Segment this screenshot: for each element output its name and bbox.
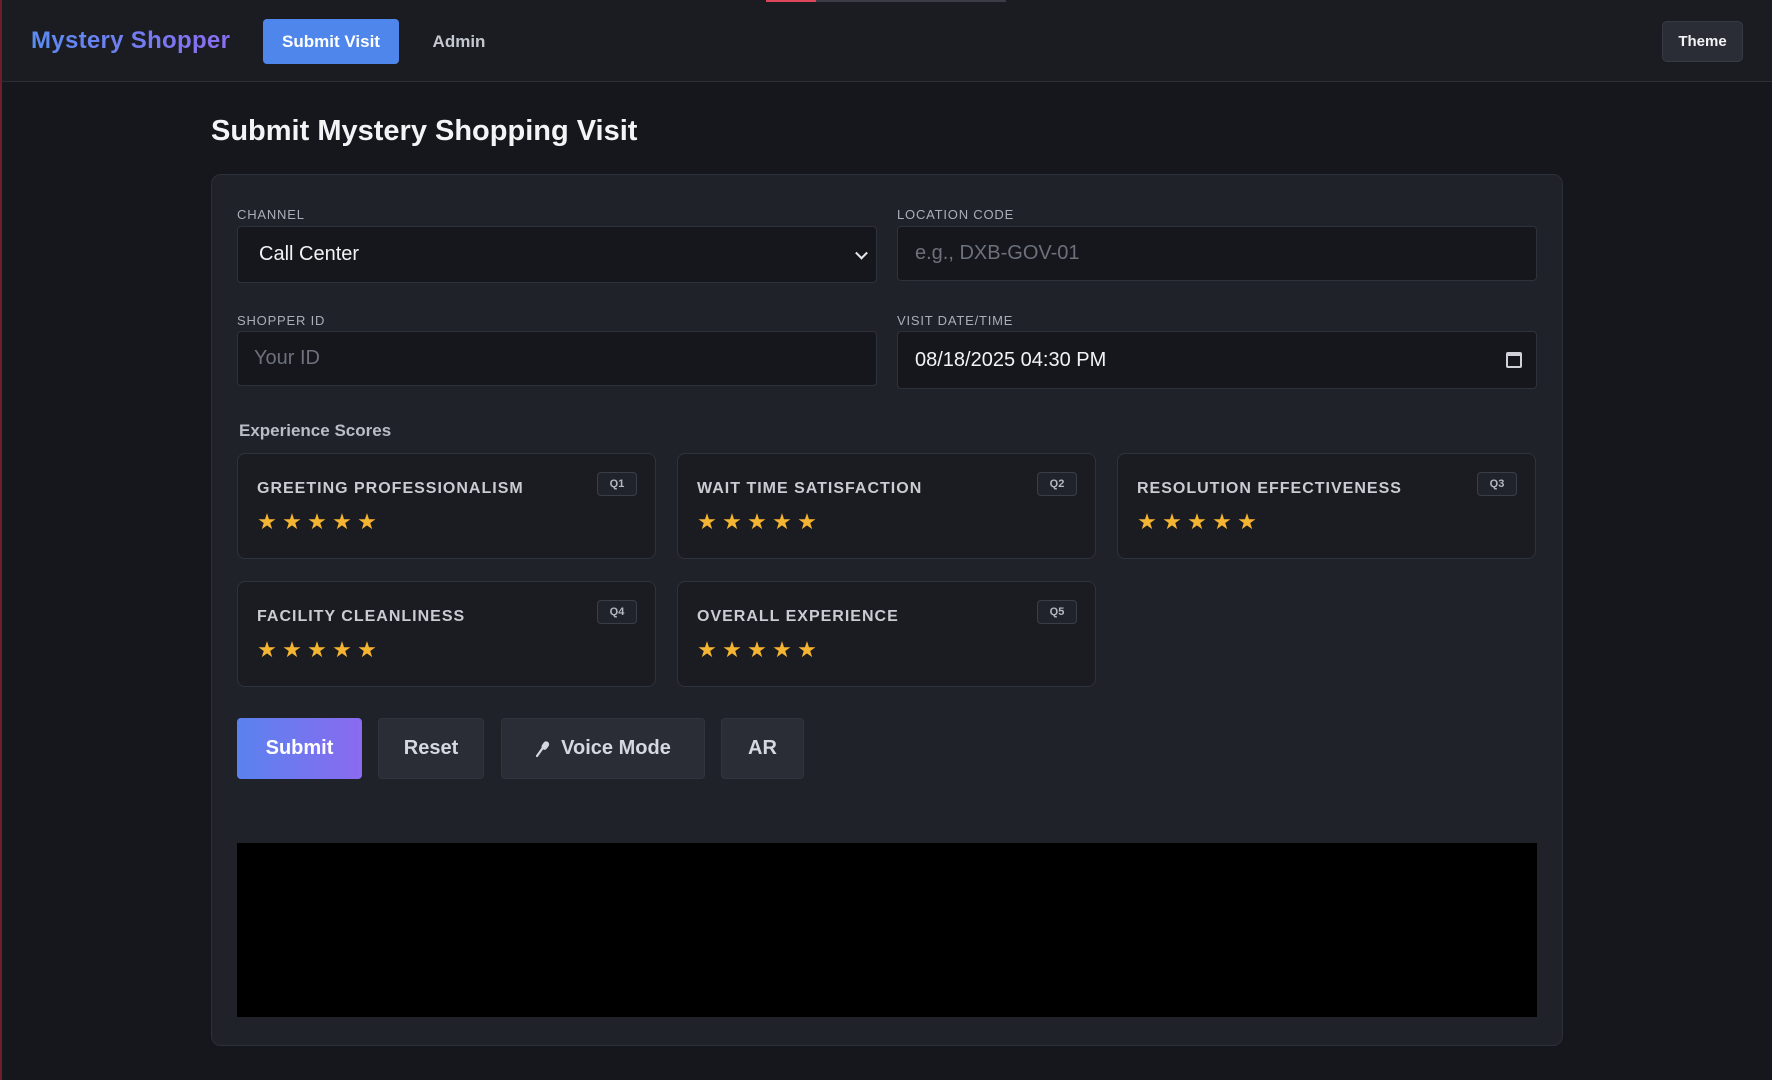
score-card-q4: FACILITY CLEANLINESS Q4 ★ ★ ★ ★ ★ [237, 581, 656, 687]
star-rating[interactable]: ★ ★ ★ ★ ★ [697, 639, 817, 661]
star-icon[interactable]: ★ [282, 511, 302, 533]
page-title: Submit Mystery Shopping Visit [211, 115, 638, 147]
location-code-input[interactable]: e.g., DXB-GOV-01 [897, 226, 1537, 281]
score-title: GREETING PROFESSIONALISM [257, 480, 524, 497]
shopper-id-input[interactable]: Your ID [237, 331, 877, 386]
submit-button[interactable]: Submit [237, 718, 362, 779]
star-icon[interactable]: ★ [722, 511, 742, 533]
star-icon[interactable]: ★ [307, 639, 327, 661]
star-icon[interactable]: ★ [697, 639, 717, 661]
star-icon[interactable]: ★ [282, 639, 302, 661]
nav-submit-visit-button[interactable]: Submit Visit [263, 19, 399, 64]
visit-datetime-value: 08/18/2025 04:30 PM [915, 348, 1107, 371]
star-icon[interactable]: ★ [357, 639, 377, 661]
star-icon[interactable]: ★ [1212, 511, 1232, 533]
voice-mode-button[interactable]: Voice Mode [501, 718, 705, 779]
star-icon[interactable]: ★ [307, 511, 327, 533]
star-icon[interactable]: ★ [1187, 511, 1207, 533]
microphone-icon [536, 740, 550, 757]
top-accent-line [766, 0, 816, 2]
star-icon[interactable]: ★ [797, 639, 817, 661]
score-title: WAIT TIME SATISFACTION [697, 480, 923, 497]
star-icon[interactable]: ★ [697, 511, 717, 533]
star-icon[interactable]: ★ [257, 639, 277, 661]
star-icon[interactable]: ★ [332, 511, 352, 533]
location-code-label: LOCATION CODE [897, 207, 1015, 222]
nav-admin-link[interactable]: Admin [420, 19, 498, 64]
ar-button[interactable]: AR [721, 718, 804, 779]
shopper-id-placeholder: Your ID [254, 347, 320, 369]
question-badge: Q2 [1037, 472, 1077, 496]
question-badge: Q1 [597, 472, 637, 496]
shopper-id-label: SHOPPER ID [237, 313, 326, 328]
score-card-q1: GREETING PROFESSIONALISM Q1 ★ ★ ★ ★ ★ [237, 453, 656, 559]
star-icon[interactable]: ★ [332, 639, 352, 661]
star-icon[interactable]: ★ [357, 511, 377, 533]
score-card-q2: WAIT TIME SATISFACTION Q2 ★ ★ ★ ★ ★ [677, 453, 1096, 559]
experience-scores-title: Experience Scores [239, 421, 392, 440]
score-title: OVERALL EXPERIENCE [697, 608, 899, 625]
reset-button[interactable]: Reset [378, 718, 484, 779]
star-icon[interactable]: ★ [257, 511, 277, 533]
visit-datetime-label: VISIT DATE/TIME [897, 313, 1014, 328]
theme-toggle-button[interactable]: Theme [1662, 21, 1743, 62]
top-nav-bar: Mystery Shopper Submit Visit Admin Theme [2, 0, 1772, 82]
star-rating[interactable]: ★ ★ ★ ★ ★ [697, 511, 817, 533]
chevron-down-icon [855, 246, 868, 260]
visit-datetime-input[interactable]: 08/18/2025 04:30 PM [897, 331, 1537, 389]
star-icon[interactable]: ★ [747, 511, 767, 533]
voice-mode-label: Voice Mode [561, 737, 671, 759]
score-title: RESOLUTION EFFECTIVENESS [1137, 480, 1402, 497]
score-title: FACILITY CLEANLINESS [257, 608, 466, 625]
star-rating[interactable]: ★ ★ ★ ★ ★ [257, 639, 377, 661]
score-card-q5: OVERALL EXPERIENCE Q5 ★ ★ ★ ★ ★ [677, 581, 1096, 687]
channel-selected-value: Call Center [259, 243, 360, 265]
location-code-placeholder: e.g., DXB-GOV-01 [915, 242, 1080, 264]
star-rating[interactable]: ★ ★ ★ ★ ★ [1137, 511, 1257, 533]
star-icon[interactable]: ★ [797, 511, 817, 533]
question-badge: Q3 [1477, 472, 1517, 496]
star-icon[interactable]: ★ [747, 639, 767, 661]
top-accent-line-secondary [816, 0, 1006, 2]
star-icon[interactable]: ★ [772, 639, 792, 661]
channel-label: CHANNEL [237, 207, 305, 222]
star-rating[interactable]: ★ ★ ★ ★ ★ [257, 511, 377, 533]
star-icon[interactable]: ★ [772, 511, 792, 533]
calendar-icon[interactable] [1506, 352, 1522, 368]
media-preview-panel [237, 843, 1537, 1017]
question-badge: Q4 [597, 600, 637, 624]
star-icon[interactable]: ★ [1162, 511, 1182, 533]
score-card-q3: RESOLUTION EFFECTIVENESS Q3 ★ ★ ★ ★ ★ [1117, 453, 1536, 559]
star-icon[interactable]: ★ [1137, 511, 1157, 533]
star-icon[interactable]: ★ [722, 639, 742, 661]
question-badge: Q5 [1037, 600, 1077, 624]
star-icon[interactable]: ★ [1237, 511, 1257, 533]
brand-logo-text[interactable]: Mystery Shopper [31, 27, 230, 55]
channel-select[interactable]: Call Center [237, 226, 877, 283]
